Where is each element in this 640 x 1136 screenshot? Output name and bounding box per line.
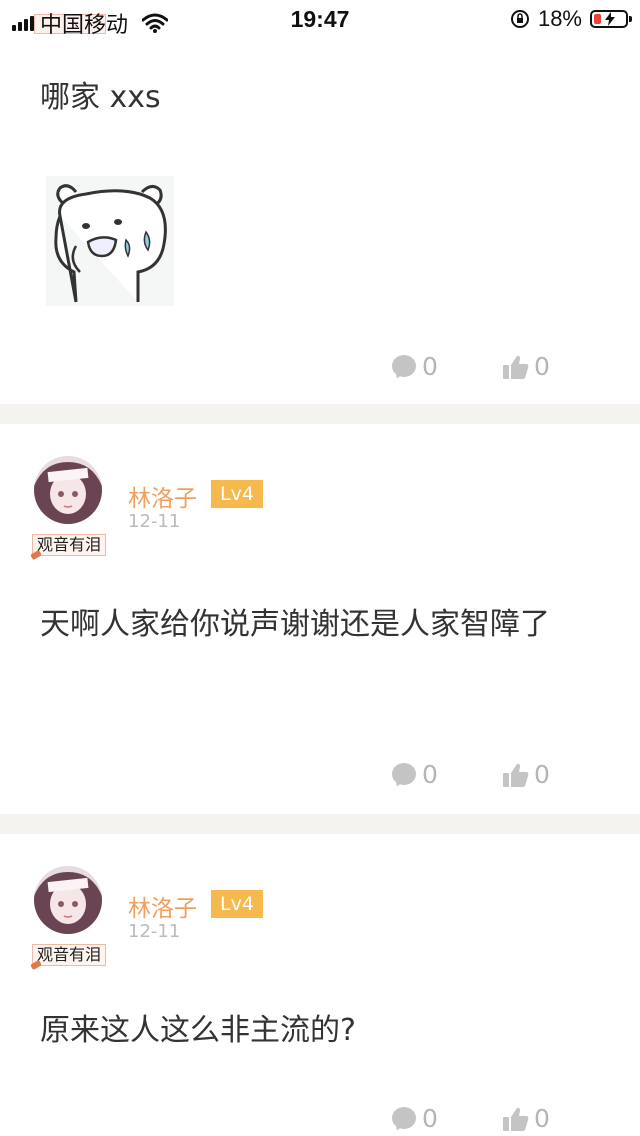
comment-icon xyxy=(392,354,418,380)
comment-count: 0 xyxy=(422,1104,438,1133)
comment-button[interactable]: 0 xyxy=(392,760,438,789)
separator xyxy=(0,814,640,834)
avatar[interactable] xyxy=(34,866,102,934)
post-card: 观音有泪 林洛子 Lv4 12-11 原来这人这么非主流的? 0 0 xyxy=(0,834,640,1136)
comment-button[interactable]: 0 xyxy=(392,352,438,381)
orientation-lock-icon xyxy=(510,10,529,28)
post-date: 12-11 xyxy=(128,921,181,942)
comment-icon xyxy=(392,762,418,788)
like-button[interactable]: 0 xyxy=(502,1104,550,1133)
title-badge: 观音有泪 xyxy=(32,944,106,966)
thumbs-up-icon xyxy=(503,763,529,787)
comment-count: 0 xyxy=(422,352,438,381)
avatar[interactable] xyxy=(34,456,102,524)
comment-count: 0 xyxy=(422,760,438,789)
post-text: 哪家 xxs xyxy=(40,80,161,115)
battery-charging-icon xyxy=(590,10,632,28)
thumbs-up-icon xyxy=(503,355,529,379)
like-button[interactable]: 0 xyxy=(502,760,550,789)
battery-percent: 18% xyxy=(537,6,582,31)
post-text: 原来这人这么非主流的? xyxy=(40,1013,356,1048)
like-count: 0 xyxy=(534,352,550,381)
thumbs-up-icon xyxy=(503,1107,529,1131)
like-button[interactable]: 0 xyxy=(502,352,550,381)
status-bar: 中国移动 19:47 18% xyxy=(0,0,640,40)
username[interactable]: 林洛子 xyxy=(128,479,197,513)
post-card: 哪家 xxs 0 0 xyxy=(0,40,640,404)
separator xyxy=(0,404,640,424)
title-badge: 观音有泪 xyxy=(32,534,106,556)
like-count: 0 xyxy=(534,1104,550,1133)
level-badge: Lv4 xyxy=(211,890,263,918)
level-badge: Lv4 xyxy=(211,480,263,508)
like-count: 0 xyxy=(534,760,550,789)
comment-button[interactable]: 0 xyxy=(392,1104,438,1133)
comment-icon xyxy=(392,1106,418,1132)
post-date: 12-11 xyxy=(128,511,181,532)
status-right: 18% xyxy=(510,6,632,32)
post-card: 观音有泪 林洛子 Lv4 12-11 天啊人家给你说声谢谢还是人家智障了 0 0 xyxy=(0,424,640,814)
bear-sticker-image[interactable] xyxy=(46,176,174,306)
username[interactable]: 林洛子 xyxy=(128,889,197,923)
post-text: 天啊人家给你说声谢谢还是人家智障了 xyxy=(40,607,550,642)
